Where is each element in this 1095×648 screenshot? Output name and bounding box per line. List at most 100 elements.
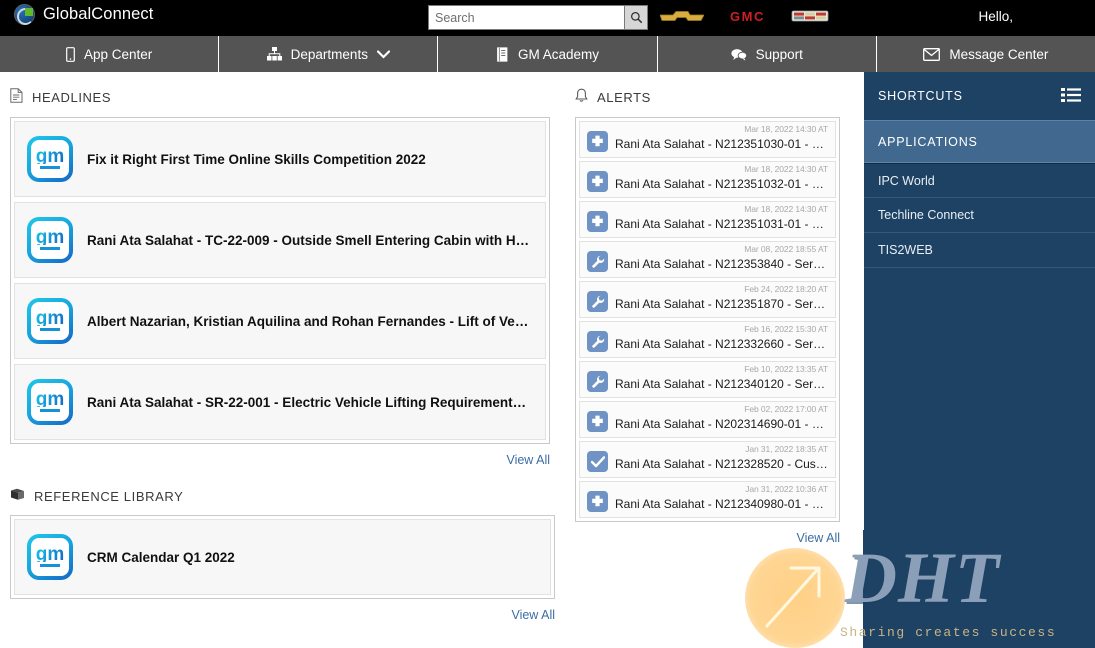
nav-tab-label: Departments bbox=[290, 46, 368, 62]
alerts-section: ALERTS Mar 18, 2022 14:30 AT Rani Ata Sal… bbox=[575, 88, 840, 545]
wrench-icon bbox=[587, 331, 608, 352]
wrench-icon bbox=[587, 251, 608, 272]
nav-tab-support[interactable]: Support bbox=[658, 36, 877, 72]
chevron-down-icon bbox=[376, 49, 390, 59]
globalconnect-logo-icon bbox=[14, 4, 35, 25]
alert-date: Jan 31, 2022 18:35 AT bbox=[745, 444, 828, 454]
brand[interactable]: GlobalConnect bbox=[14, 4, 153, 25]
gm-logo-icon: gm bbox=[27, 217, 73, 263]
alert-item[interactable]: Jan 31, 2022 10:36 AT Rani Ata Salahat - … bbox=[579, 481, 836, 518]
list-menu-icon[interactable] bbox=[1061, 87, 1081, 106]
alert-date: Feb 02, 2022 17:00 AT bbox=[744, 404, 828, 414]
reference-library-section: REFERENCE LIBRARY gm CRM Calendar Q1 202… bbox=[10, 488, 555, 622]
nav-tab-label: Support bbox=[755, 46, 803, 62]
gmc-logo-icon: GMC bbox=[730, 8, 765, 24]
alert-title: Rani Ata Salahat - N212328520 - Custo... bbox=[615, 457, 828, 471]
alert-item[interactable]: Mar 18, 2022 14:30 AT Rani Ata Salahat - … bbox=[579, 201, 836, 238]
alert-date: Feb 10, 2022 13:35 AT bbox=[744, 364, 828, 374]
alert-date: Mar 18, 2022 14:30 AT bbox=[744, 204, 828, 214]
headlines-list: gm Fix it Right First Time Online Skills… bbox=[10, 117, 550, 444]
headlines-title-label: HEADLINES bbox=[32, 89, 112, 105]
top-header-bar: GlobalConnect GMC bbox=[0, 0, 1095, 36]
gm-logo-icon: gm bbox=[27, 136, 73, 182]
wrench-icon bbox=[587, 371, 608, 392]
sidebar-item-label: Techline Connect bbox=[878, 208, 974, 222]
alerts-view-all-link[interactable]: View All bbox=[575, 531, 840, 545]
mobile-device-icon bbox=[66, 46, 75, 62]
org-chart-icon bbox=[266, 47, 282, 61]
nav-tab-departments[interactable]: Departments bbox=[219, 36, 439, 72]
envelope-icon bbox=[923, 47, 941, 61]
reference-library-view-all-link[interactable]: View All bbox=[10, 608, 555, 622]
safety-recall-icon bbox=[587, 211, 608, 232]
safety-recall-icon bbox=[587, 491, 608, 512]
nav-tab-label: App Center bbox=[83, 46, 153, 62]
headlines-view-all-link[interactable]: View All bbox=[10, 453, 550, 467]
list-item[interactable]: gm Albert Nazarian, Kristian Aquilina an… bbox=[14, 283, 546, 359]
alert-title: Rani Ata Salahat - N212340980-01 - Pr... bbox=[615, 497, 828, 511]
alert-date: Feb 24, 2022 18:20 AT bbox=[744, 284, 828, 294]
headlines-section: HEADLINES gm Fix it Right First Time Onl… bbox=[10, 88, 550, 467]
sidebar-item-label: TIS2WEB bbox=[878, 243, 933, 257]
sidebar-title: SHORTCUTS bbox=[878, 89, 963, 103]
nav-tab-message-center[interactable]: Message Center bbox=[877, 36, 1095, 72]
user-greeting: Hello, bbox=[978, 9, 1013, 24]
sidebar-group-applications[interactable]: APPLICATIONS bbox=[864, 120, 1095, 163]
alert-date: Mar 18, 2022 14:30 AT bbox=[744, 124, 828, 134]
sidebar-item-ipc-world[interactable]: IPC World bbox=[864, 163, 1095, 198]
list-item[interactable]: gm Rani Ata Salahat - TC-22-009 - Outsid… bbox=[14, 202, 546, 278]
list-item[interactable]: gm Rani Ata Salahat - SR-22-001 - Electr… bbox=[14, 364, 546, 440]
alert-item[interactable]: Feb 16, 2022 15:30 AT Rani Ata Salahat - … bbox=[579, 321, 836, 358]
brand-name: GlobalConnect bbox=[43, 5, 154, 23]
alert-item[interactable]: Feb 10, 2022 13:35 AT Rani Ata Salahat - … bbox=[579, 361, 836, 398]
reference-library-title-label: REFERENCE LIBRARY bbox=[34, 488, 184, 504]
nav-tab-gm-academy[interactable]: GM Academy bbox=[438, 36, 658, 72]
alert-title: Rani Ata Salahat - N202314690-01 - Pr... bbox=[615, 417, 828, 431]
headlines-title: HEADLINES bbox=[10, 88, 550, 106]
bell-icon bbox=[575, 88, 588, 106]
search-box[interactable] bbox=[428, 5, 648, 30]
alert-item[interactable]: Mar 18, 2022 14:30 AT Rani Ata Salahat - … bbox=[579, 121, 836, 158]
list-item-title: Albert Nazarian, Kristian Aquilina and R… bbox=[87, 313, 533, 329]
oem-brand-logos: GMC bbox=[659, 8, 829, 24]
alert-item[interactable]: Feb 02, 2022 17:00 AT Rani Ata Salahat - … bbox=[579, 401, 836, 438]
alert-date: Jan 31, 2022 10:36 AT bbox=[745, 484, 828, 494]
alert-item[interactable]: Mar 18, 2022 14:30 AT Rani Ata Salahat - … bbox=[579, 161, 836, 198]
cadillac-logo-icon bbox=[791, 8, 829, 24]
sidebar-header: SHORTCUTS bbox=[864, 72, 1095, 120]
wrench-icon bbox=[587, 291, 608, 312]
gm-logo-icon: gm bbox=[27, 298, 73, 344]
list-item[interactable]: gm Fix it Right First Time Online Skills… bbox=[14, 121, 546, 197]
alert-date: Mar 18, 2022 14:30 AT bbox=[744, 164, 828, 174]
alert-date: Feb 16, 2022 15:30 AT bbox=[744, 324, 828, 334]
list-item-title: Rani Ata Salahat - SR-22-001 - Electric … bbox=[87, 394, 533, 410]
chat-bubbles-icon bbox=[730, 48, 747, 61]
alert-title: Rani Ata Salahat - N212351870 - Servic..… bbox=[615, 297, 828, 311]
safety-recall-icon bbox=[587, 411, 608, 432]
list-item-title: CRM Calendar Q1 2022 bbox=[87, 549, 235, 565]
list-item[interactable]: gm CRM Calendar Q1 2022 bbox=[14, 519, 551, 595]
sidebar-item-techline-connect[interactable]: Techline Connect bbox=[864, 198, 1095, 233]
search-button[interactable] bbox=[624, 5, 648, 30]
sidebar-item-tis2web[interactable]: TIS2WEB bbox=[864, 233, 1095, 268]
nav-tab-app-center[interactable]: App Center bbox=[0, 36, 220, 72]
shortcuts-sidebar: SHORTCUTS APPLICATIONS IPC World Techlin… bbox=[864, 72, 1095, 648]
alert-item[interactable]: Feb 24, 2022 18:20 AT Rani Ata Salahat - … bbox=[579, 281, 836, 318]
checkmark-icon bbox=[587, 451, 608, 472]
main-content: HEADLINES gm Fix it Right First Time Onl… bbox=[0, 72, 864, 648]
gm-logo-icon: gm bbox=[27, 379, 73, 425]
alert-item[interactable]: Mar 08, 2022 18:55 AT Rani Ata Salahat - … bbox=[579, 241, 836, 278]
search-input[interactable] bbox=[428, 5, 624, 30]
safety-recall-icon bbox=[587, 131, 608, 152]
search-icon bbox=[630, 12, 642, 24]
alert-item[interactable]: Jan 31, 2022 18:35 AT Rani Ata Salahat - … bbox=[579, 441, 836, 478]
list-item-title: Fix it Right First Time Online Skills Co… bbox=[87, 151, 426, 167]
list-item-title: Rani Ata Salahat - TC-22-009 - Outside S… bbox=[87, 232, 533, 248]
alert-title: Rani Ata Salahat - N212340120 - Servic..… bbox=[615, 377, 828, 391]
book-stack-icon bbox=[10, 488, 25, 504]
alert-title: Rani Ata Salahat - N212351031-01 - Sa... bbox=[615, 217, 828, 231]
chevrolet-logo-icon bbox=[659, 9, 705, 24]
alert-title: Rani Ata Salahat - N212351032-01 - Sa... bbox=[615, 177, 828, 191]
nav-tab-label: Message Center bbox=[949, 46, 1049, 62]
alert-title: Rani Ata Salahat - N212351030-01 - Sa... bbox=[615, 137, 828, 151]
